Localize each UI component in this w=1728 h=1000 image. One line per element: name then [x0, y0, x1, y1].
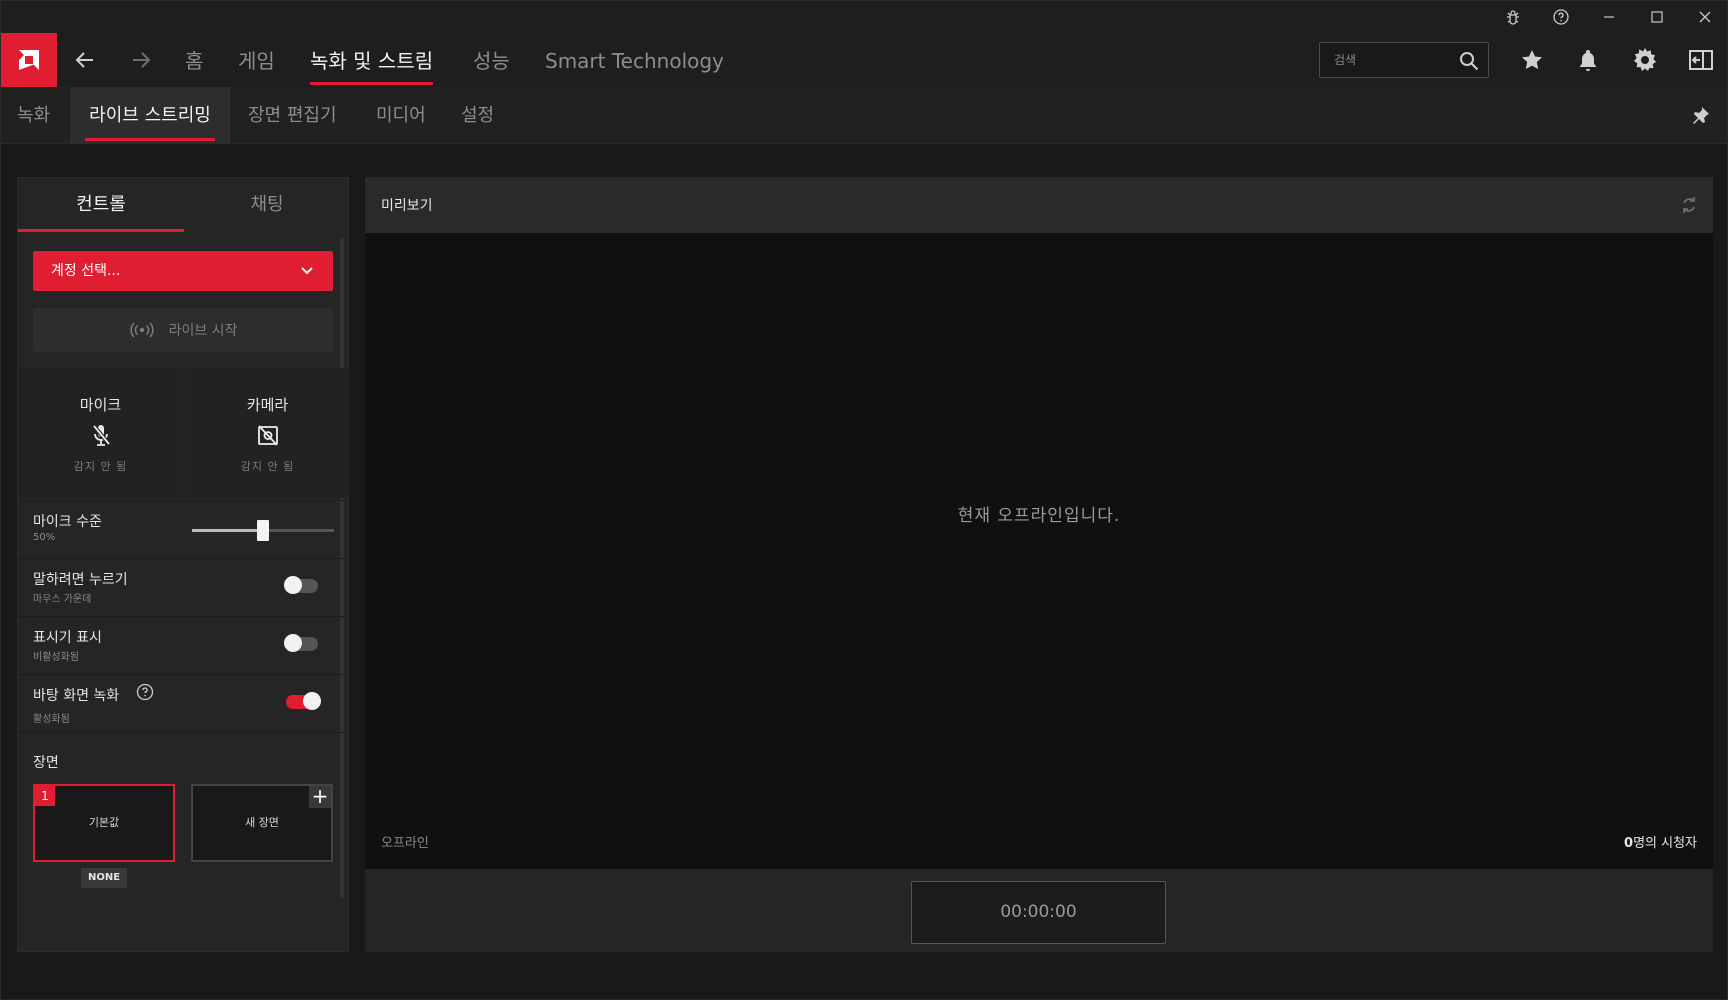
desktop-record-label: 바탕 화면 녹화 — [33, 688, 120, 704]
tab-live-streaming[interactable]: 라이브 스트리밍 — [70, 87, 230, 144]
nav-home[interactable]: 홈 — [185, 33, 203, 87]
forward-arrow-icon[interactable] — [125, 45, 157, 75]
help-icon[interactable] — [1537, 1, 1585, 33]
notification-bell-icon[interactable] — [1570, 43, 1606, 77]
divider — [18, 732, 344, 733]
camera-off-icon — [185, 423, 350, 449]
mic-level-slider-fill — [192, 529, 263, 532]
mic-level-value: 50% — [33, 532, 56, 543]
microphone-status-text: 감지 안 됨 — [73, 460, 128, 473]
tab-live-streaming-label: 라이브 스트리밍 — [89, 105, 211, 126]
scenes-label: 장면 — [33, 755, 59, 771]
tab-media[interactable]: 미디어 — [376, 87, 426, 144]
preview-panel: 미리보기 현재 오프라인입니다. 오프라인 0명의 시청자 00:00:00 — [365, 177, 1713, 952]
offline-message: 현재 오프라인입니다. — [957, 506, 1121, 526]
back-arrow-icon[interactable] — [69, 45, 101, 75]
tab-controls-label: 컨트롤 — [76, 194, 126, 215]
help-icon[interactable] — [136, 683, 154, 701]
camera-title: 카메라 — [246, 396, 289, 414]
scene-card-default[interactable]: 1 기본값 — [33, 784, 175, 862]
scene-number-badge: 1 — [35, 786, 55, 806]
close-icon[interactable] — [1681, 1, 1728, 33]
favorites-star-icon[interactable] — [1514, 43, 1550, 77]
chevron-down-icon — [301, 267, 313, 275]
mic-level-label: 마이크 수준 — [33, 514, 102, 530]
active-tab-underline — [18, 229, 184, 232]
account-select-label: 계정 선택... — [51, 263, 121, 279]
maximize-icon[interactable] — [1633, 1, 1681, 33]
sidebar-panel-icon[interactable] — [1683, 43, 1719, 77]
broadcast-icon — [129, 322, 154, 338]
search-box — [1319, 42, 1489, 78]
desktop-record-toggle[interactable] — [286, 692, 321, 710]
nav-smart-technology[interactable]: Smart Technology — [545, 33, 724, 87]
tab-settings[interactable]: 설정 — [461, 87, 494, 144]
camera-status-text: 감지 안 됨 — [240, 460, 295, 473]
active-tab-underline — [85, 138, 215, 141]
mic-level-slider[interactable] — [192, 520, 334, 541]
search-icon[interactable] — [1458, 50, 1480, 72]
start-live-button[interactable]: 라이브 시작 — [33, 308, 333, 352]
pin-icon[interactable] — [1689, 105, 1711, 127]
stream-timer: 00:00:00 — [911, 881, 1166, 944]
push-to-talk-sub: 마우스 가운데 — [33, 594, 92, 605]
preview-footer: 00:00:00 — [365, 869, 1713, 952]
add-scene-icon[interactable]: + — [309, 786, 331, 808]
account-select-dropdown[interactable]: 계정 선택... — [33, 251, 333, 291]
preview-title: 미리보기 — [381, 198, 433, 214]
scene-card-new[interactable]: + 새 장면 — [191, 784, 333, 862]
push-to-talk-label: 말하려면 누르기 — [33, 572, 128, 588]
amd-logo-icon[interactable] — [1, 33, 57, 87]
bug-report-icon[interactable] — [1489, 1, 1537, 33]
camera-status: 카메라 감지 안 됨 — [185, 368, 350, 498]
start-live-label: 라이브 시작 — [168, 323, 238, 339]
toggle-knob — [284, 634, 302, 652]
microphone-status: 마이크 감지 안 됨 — [18, 368, 183, 498]
nav-record-stream[interactable]: 녹화 및 스트림 — [310, 33, 434, 87]
show-indicator-label: 표시기 표시 — [33, 630, 102, 646]
toggle-knob — [303, 692, 321, 710]
stream-status: 오프라인 — [381, 836, 429, 851]
push-to-talk-row: 말하려면 누르기 마우스 가운데 — [18, 558, 344, 616]
title-bar — [1, 1, 1727, 33]
search-input[interactable] — [1334, 43, 1452, 77]
stream-preview: 현재 오프라인입니다. 오프라인 0명의 시청자 — [365, 233, 1713, 869]
minimize-icon[interactable] — [1585, 1, 1633, 33]
mic-level-row: 마이크 수준 50% — [18, 500, 344, 558]
nav-performance[interactable]: 성능 — [473, 33, 510, 87]
refresh-icon[interactable] — [1679, 195, 1699, 215]
desktop-record-row: 바탕 화면 녹화 활성화됨 — [18, 674, 344, 732]
tab-controls[interactable]: 컨트롤 — [18, 178, 184, 232]
main-nav: 홈 게임 녹화 및 스트림 성능 Smart Technology — [1, 33, 1727, 87]
microphone-off-icon — [18, 423, 183, 449]
show-indicator-row: 표시기 표시 비활성화됨 — [18, 616, 344, 674]
tab-scene-editor[interactable]: 장면 편집기 — [248, 87, 337, 144]
viewer-count-suffix: 명의 시청자 — [1633, 836, 1697, 851]
scene-name: 새 장면 — [245, 816, 279, 829]
control-panel: 컨트롤 채팅 계정 선택... 라이브 시작 마이크 감지 안 됨 카메라 감지… — [17, 177, 350, 952]
push-to-talk-toggle[interactable] — [284, 576, 318, 594]
toggle-knob — [284, 576, 302, 594]
viewer-count: 0명의 시청자 — [1624, 832, 1697, 851]
settings-gear-icon[interactable] — [1627, 43, 1663, 77]
app-window: 홈 게임 녹화 및 스트림 성능 Smart Technology 녹화 라이브… — [0, 0, 1728, 1000]
scene-name: 기본값 — [88, 816, 120, 829]
mic-level-slider-thumb[interactable] — [257, 520, 269, 541]
tab-record[interactable]: 녹화 — [17, 87, 50, 144]
sub-nav: 녹화 라이브 스트리밍 장면 편집기 미디어 설정 — [1, 87, 1727, 144]
microphone-title: 마이크 — [79, 396, 122, 414]
scene-hotkey-badge: NONE — [81, 868, 127, 888]
preview-header: 미리보기 — [365, 177, 1713, 233]
show-indicator-sub: 비활성화됨 — [33, 652, 79, 663]
show-indicator-toggle[interactable] — [284, 634, 318, 652]
nav-games[interactable]: 게임 — [238, 33, 275, 87]
desktop-record-sub: 활성화됨 — [33, 714, 70, 725]
viewer-count-number: 0 — [1624, 836, 1634, 851]
tab-chat[interactable]: 채팅 — [184, 178, 350, 232]
